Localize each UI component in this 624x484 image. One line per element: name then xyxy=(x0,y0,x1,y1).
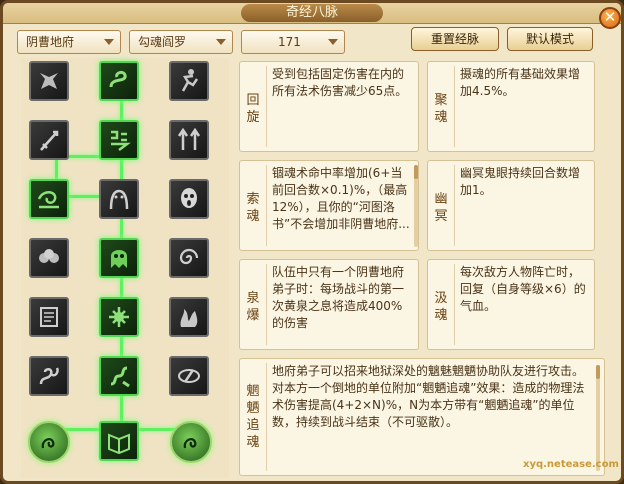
node-shadow-eye[interactable] xyxy=(169,356,209,396)
node-ghost-face[interactable] xyxy=(169,179,209,219)
node-wind-swirl[interactable] xyxy=(29,179,69,219)
level-dropdown[interactable]: 171 xyxy=(241,30,345,54)
knot-icon xyxy=(109,307,129,327)
node-serpent[interactable] xyxy=(99,61,139,101)
node-book[interactable] xyxy=(99,421,139,461)
scroll-icon xyxy=(40,307,58,327)
flames-icon xyxy=(180,309,198,327)
skill-name: 幽冥 xyxy=(434,192,448,224)
spirit-orb-icon xyxy=(41,438,55,449)
divider xyxy=(266,363,267,471)
title-bar: 奇经八脉 xyxy=(3,3,621,24)
node-serpent-coil[interactable] xyxy=(29,356,69,396)
node-flames[interactable] xyxy=(169,297,209,337)
skill-name: 泉爆 xyxy=(246,291,260,323)
skill-card-juhun: 聚魂 摄魂的所有基础效果增加4.5%。 xyxy=(427,61,595,152)
spiral-rune-icon xyxy=(111,130,131,151)
skill-name: 索魂 xyxy=(246,192,260,224)
skill-desc: 受到包括固定伤害在内的所有法术伤害减少65点。 xyxy=(272,67,408,98)
shadow-eye-icon xyxy=(178,369,200,383)
skill-desc: 幽冥鬼眼持续回合数增加1。 xyxy=(460,166,581,197)
skill-card-quanbao: 泉爆 队伍中只有一个阴曹地府弟子时：每场战斗的第一次黄泉之息将造成400%的伤害 xyxy=(239,259,419,350)
dragon-icon xyxy=(110,366,130,388)
node-ghost-arrows[interactable] xyxy=(169,120,209,160)
scroll-thumb[interactable] xyxy=(414,165,418,179)
meridian-window: 奇经八脉 ✕ 阴曹地府 勾魂阎罗 171 重置经脉 默认模式 回旋 受到包括固定… xyxy=(0,0,624,484)
skill-desc: 每次敌方人物阵亡时，回复（自身等级×6）的气血。 xyxy=(460,265,586,313)
demon-mask-icon xyxy=(40,73,58,89)
divider xyxy=(454,66,455,147)
wind-swirl-icon xyxy=(37,191,59,209)
serpent-coil-icon xyxy=(39,367,59,385)
skill-name: 聚魂 xyxy=(434,93,448,125)
faction-dropdown[interactable]: 勾魂阎罗 xyxy=(129,30,233,54)
skull-cloud-icon xyxy=(39,249,59,263)
node-spirit-orb-left[interactable] xyxy=(28,421,70,463)
book-icon xyxy=(108,433,130,455)
node-running-figure[interactable] xyxy=(169,61,209,101)
card-scrollbar[interactable] xyxy=(414,165,418,247)
skill-name: 汲魂 xyxy=(434,291,448,323)
card-scrollbar[interactable] xyxy=(596,365,600,471)
chevron-down-icon xyxy=(328,39,338,45)
window-title: 奇经八脉 xyxy=(241,4,383,22)
running-figure-icon xyxy=(181,69,199,92)
ghost-face-icon xyxy=(181,188,197,208)
node-wailing-spirit[interactable] xyxy=(99,179,139,219)
divider xyxy=(266,165,267,246)
reset-meridian-button[interactable]: 重置经脉 xyxy=(411,27,499,51)
spirit-orb-icon xyxy=(183,438,197,449)
node-demon-mask[interactable] xyxy=(29,61,69,101)
skill-card-huixuan: 回旋 受到包括固定伤害在内的所有法术伤害减少65点。 xyxy=(239,61,419,152)
node-spiral-rune[interactable] xyxy=(99,120,139,160)
divider xyxy=(454,264,455,345)
skill-name: 回旋 xyxy=(246,93,260,125)
ghost-arrows-icon xyxy=(177,127,201,150)
skill-desc: 队伍中只有一个阴曹地府弟子时：每场战斗的第一次黄泉之息将造成400%的伤害 xyxy=(272,265,405,330)
node-dragon[interactable] xyxy=(99,356,139,396)
node-green-ghost[interactable] xyxy=(99,238,139,278)
node-knot[interactable] xyxy=(99,297,139,337)
skill-desc: 地府弟子可以招来地狱深处的魑魅魍魉协助队友进行攻击。对本方一个倒地的单位附加“魍… xyxy=(272,364,585,429)
default-mode-button[interactable]: 默认模式 xyxy=(507,27,593,51)
chevron-down-icon xyxy=(216,39,226,45)
node-skull-cloud[interactable] xyxy=(29,238,69,278)
scroll-thumb[interactable] xyxy=(596,365,600,379)
divider xyxy=(454,165,455,246)
close-button[interactable]: ✕ xyxy=(599,7,621,29)
node-scroll[interactable] xyxy=(29,297,69,337)
serpent-icon xyxy=(109,70,127,88)
divider xyxy=(266,66,267,147)
watermark-url: xyq.netease.com xyxy=(523,459,619,470)
skill-card-jihun: 汲魂 每次敌方人物阵亡时，回复（自身等级×6）的气血。 xyxy=(427,259,595,350)
divider xyxy=(266,264,267,345)
skill-desc: 锢魂术命中率增加(6+当前回合数×0.1)%，（最高12%），且你的“河图洛书”… xyxy=(272,166,410,231)
node-vortex[interactable] xyxy=(169,238,209,278)
node-spirit-orb-right[interactable] xyxy=(170,421,212,463)
school-value: 阴曹地府 xyxy=(26,35,75,49)
skill-card-suohun: 索魂 锢魂术命中率增加(6+当前回合数×0.1)%，（最高12%），且你的“河图… xyxy=(239,160,419,251)
wailing-spirit-icon xyxy=(109,189,129,210)
skill-desc: 摄魂的所有基础效果增加4.5%。 xyxy=(460,67,581,98)
chevron-down-icon xyxy=(104,39,114,45)
node-sword[interactable] xyxy=(29,120,69,160)
sword-icon xyxy=(40,130,59,151)
skill-card-youming: 幽冥 幽冥鬼眼持续回合数增加1。 xyxy=(427,160,595,251)
level-value: 171 xyxy=(278,35,301,49)
vortex-icon xyxy=(179,248,199,265)
close-icon: ✕ xyxy=(603,8,617,26)
faction-value: 勾魂阎罗 xyxy=(138,35,187,49)
skill-name: 魍魉追魂 xyxy=(246,384,260,450)
school-dropdown[interactable]: 阴曹地府 xyxy=(17,30,121,54)
green-ghost-icon xyxy=(111,250,127,268)
